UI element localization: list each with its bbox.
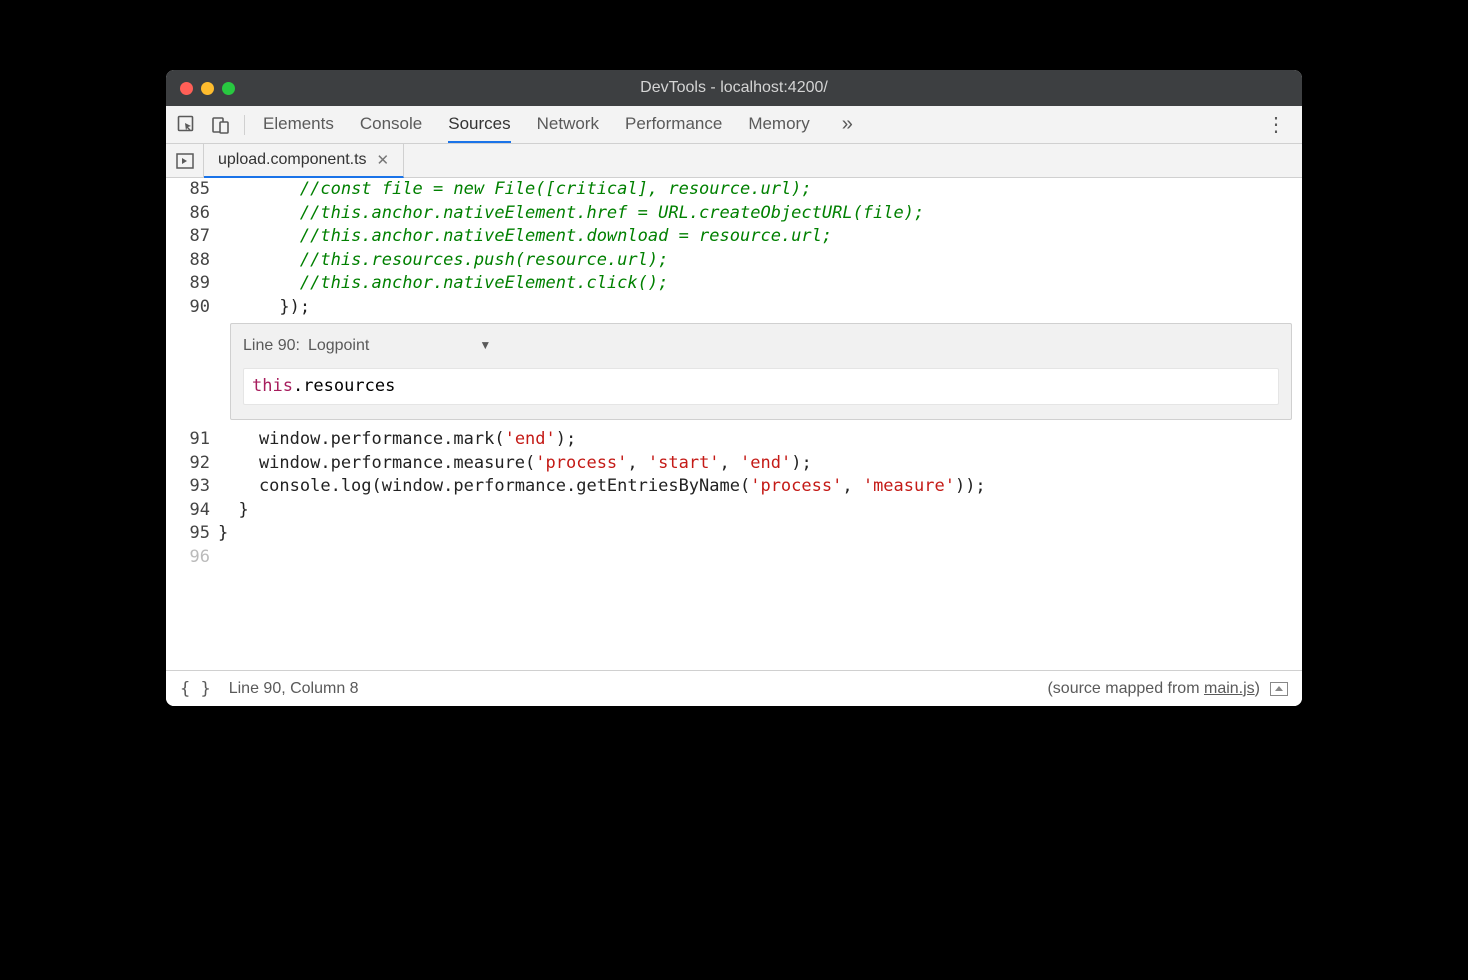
code-content: console.log(window.performance.getEntrie… [218, 475, 1302, 499]
statusbar: { } Line 90, Column 8 (source mapped fro… [166, 670, 1302, 706]
line-number[interactable]: 94 [166, 499, 218, 523]
code-content: //this.anchor.nativeElement.click(); [218, 272, 1302, 296]
code-content: //this.resources.push(resource.url); [218, 249, 1302, 273]
code-editor[interactable]: 85 //const file = new File([critical], r… [166, 178, 1302, 670]
chevron-down-icon: ▼ [479, 334, 491, 358]
cursor-position: Line 90, Column 8 [229, 680, 359, 698]
line-number[interactable]: 88 [166, 249, 218, 273]
close-tab-icon[interactable]: ✕ [377, 151, 390, 169]
devtools-window: DevTools - localhost:4200/ Elements Cons… [166, 70, 1302, 706]
line-number[interactable]: 86 [166, 202, 218, 226]
code-line[interactable]: 85 //const file = new File([critical], r… [166, 178, 1302, 202]
code-line[interactable]: 87 //this.anchor.nativeElement.download … [166, 225, 1302, 249]
logpoint-line-label: Line 90: [243, 334, 300, 358]
code-content: //this.anchor.nativeElement.download = r… [218, 225, 1302, 249]
line-number[interactable]: 91 [166, 428, 218, 452]
logpoint-header: Line 90: Logpoint ▼ [243, 334, 1279, 358]
tab-memory[interactable]: Memory [748, 106, 809, 143]
device-toolbar-icon[interactable] [210, 114, 232, 136]
line-number[interactable]: 89 [166, 272, 218, 296]
minimize-window-button[interactable] [201, 82, 214, 95]
code-content: } [218, 499, 1302, 523]
line-number[interactable]: 85 [166, 178, 218, 202]
file-tab-bar: upload.component.ts ✕ [166, 144, 1302, 178]
code-line[interactable]: 96 [166, 546, 1302, 570]
line-number[interactable]: 95 [166, 522, 218, 546]
logpoint-type-value: Logpoint [308, 334, 369, 358]
inspect-element-icon[interactable] [176, 114, 198, 136]
file-tab-name: upload.component.ts [218, 151, 367, 169]
window-title: DevTools - localhost:4200/ [166, 79, 1302, 97]
code-content: //this.anchor.nativeElement.href = URL.c… [218, 202, 1302, 226]
line-number[interactable]: 96 [166, 546, 218, 570]
code-content: //const file = new File([critical], reso… [218, 178, 1302, 202]
code-line[interactable]: 90 }); [166, 296, 1302, 320]
code-line[interactable]: 88 //this.resources.push(resource.url); [166, 249, 1302, 273]
line-number[interactable]: 90 [166, 296, 218, 320]
logpoint-panel: Line 90: Logpoint ▼ this.resources [230, 323, 1292, 420]
toggle-drawer-icon[interactable] [1270, 682, 1288, 696]
tab-sources[interactable]: Sources [448, 106, 510, 143]
code-line[interactable]: 89 //this.anchor.nativeElement.click(); [166, 272, 1302, 296]
file-tab[interactable]: upload.component.ts ✕ [204, 144, 404, 178]
tab-elements[interactable]: Elements [263, 106, 334, 143]
source-mapped-label: (source mapped from main.js) [1047, 680, 1260, 698]
titlebar: DevTools - localhost:4200/ [166, 70, 1302, 106]
more-tabs-button[interactable]: » [836, 106, 859, 143]
close-window-button[interactable] [180, 82, 193, 95]
logpoint-expr-this: this [252, 376, 293, 396]
logpoint-expression-input[interactable]: this.resources [243, 368, 1279, 406]
code-line[interactable]: 86 //this.anchor.nativeElement.href = UR… [166, 202, 1302, 226]
source-map-link[interactable]: main.js [1204, 680, 1255, 697]
line-number[interactable]: 92 [166, 452, 218, 476]
tab-performance[interactable]: Performance [625, 106, 722, 143]
code-line[interactable]: 91 window.performance.mark('end'); [166, 428, 1302, 452]
code-content: }); [218, 296, 1302, 320]
code-line[interactable]: 95} [166, 522, 1302, 546]
tab-network[interactable]: Network [537, 106, 599, 143]
logpoint-type-select[interactable]: Logpoint ▼ [308, 334, 491, 358]
traffic-lights [180, 82, 235, 95]
line-number[interactable]: 93 [166, 475, 218, 499]
line-number[interactable]: 87 [166, 225, 218, 249]
code-line[interactable]: 94 } [166, 499, 1302, 523]
navigator-toggle-icon[interactable] [166, 144, 204, 177]
code-content [218, 546, 1302, 570]
code-line[interactable]: 93 console.log(window.performance.getEnt… [166, 475, 1302, 499]
pretty-print-icon[interactable]: { } [180, 679, 211, 699]
settings-menu-icon[interactable]: ⋮ [1260, 112, 1292, 137]
panel-tabs: Elements Console Sources Network Perform… [263, 106, 1248, 143]
maximize-window-button[interactable] [222, 82, 235, 95]
code-line[interactable]: 92 window.performance.measure('process',… [166, 452, 1302, 476]
toolbar-separator [244, 115, 245, 135]
main-toolbar: Elements Console Sources Network Perform… [166, 106, 1302, 144]
code-content: window.performance.measure('process', 's… [218, 452, 1302, 476]
tab-console[interactable]: Console [360, 106, 422, 143]
logpoint-expr-rest: .resources [293, 376, 395, 396]
code-content: } [218, 522, 1302, 546]
code-content: window.performance.mark('end'); [218, 428, 1302, 452]
